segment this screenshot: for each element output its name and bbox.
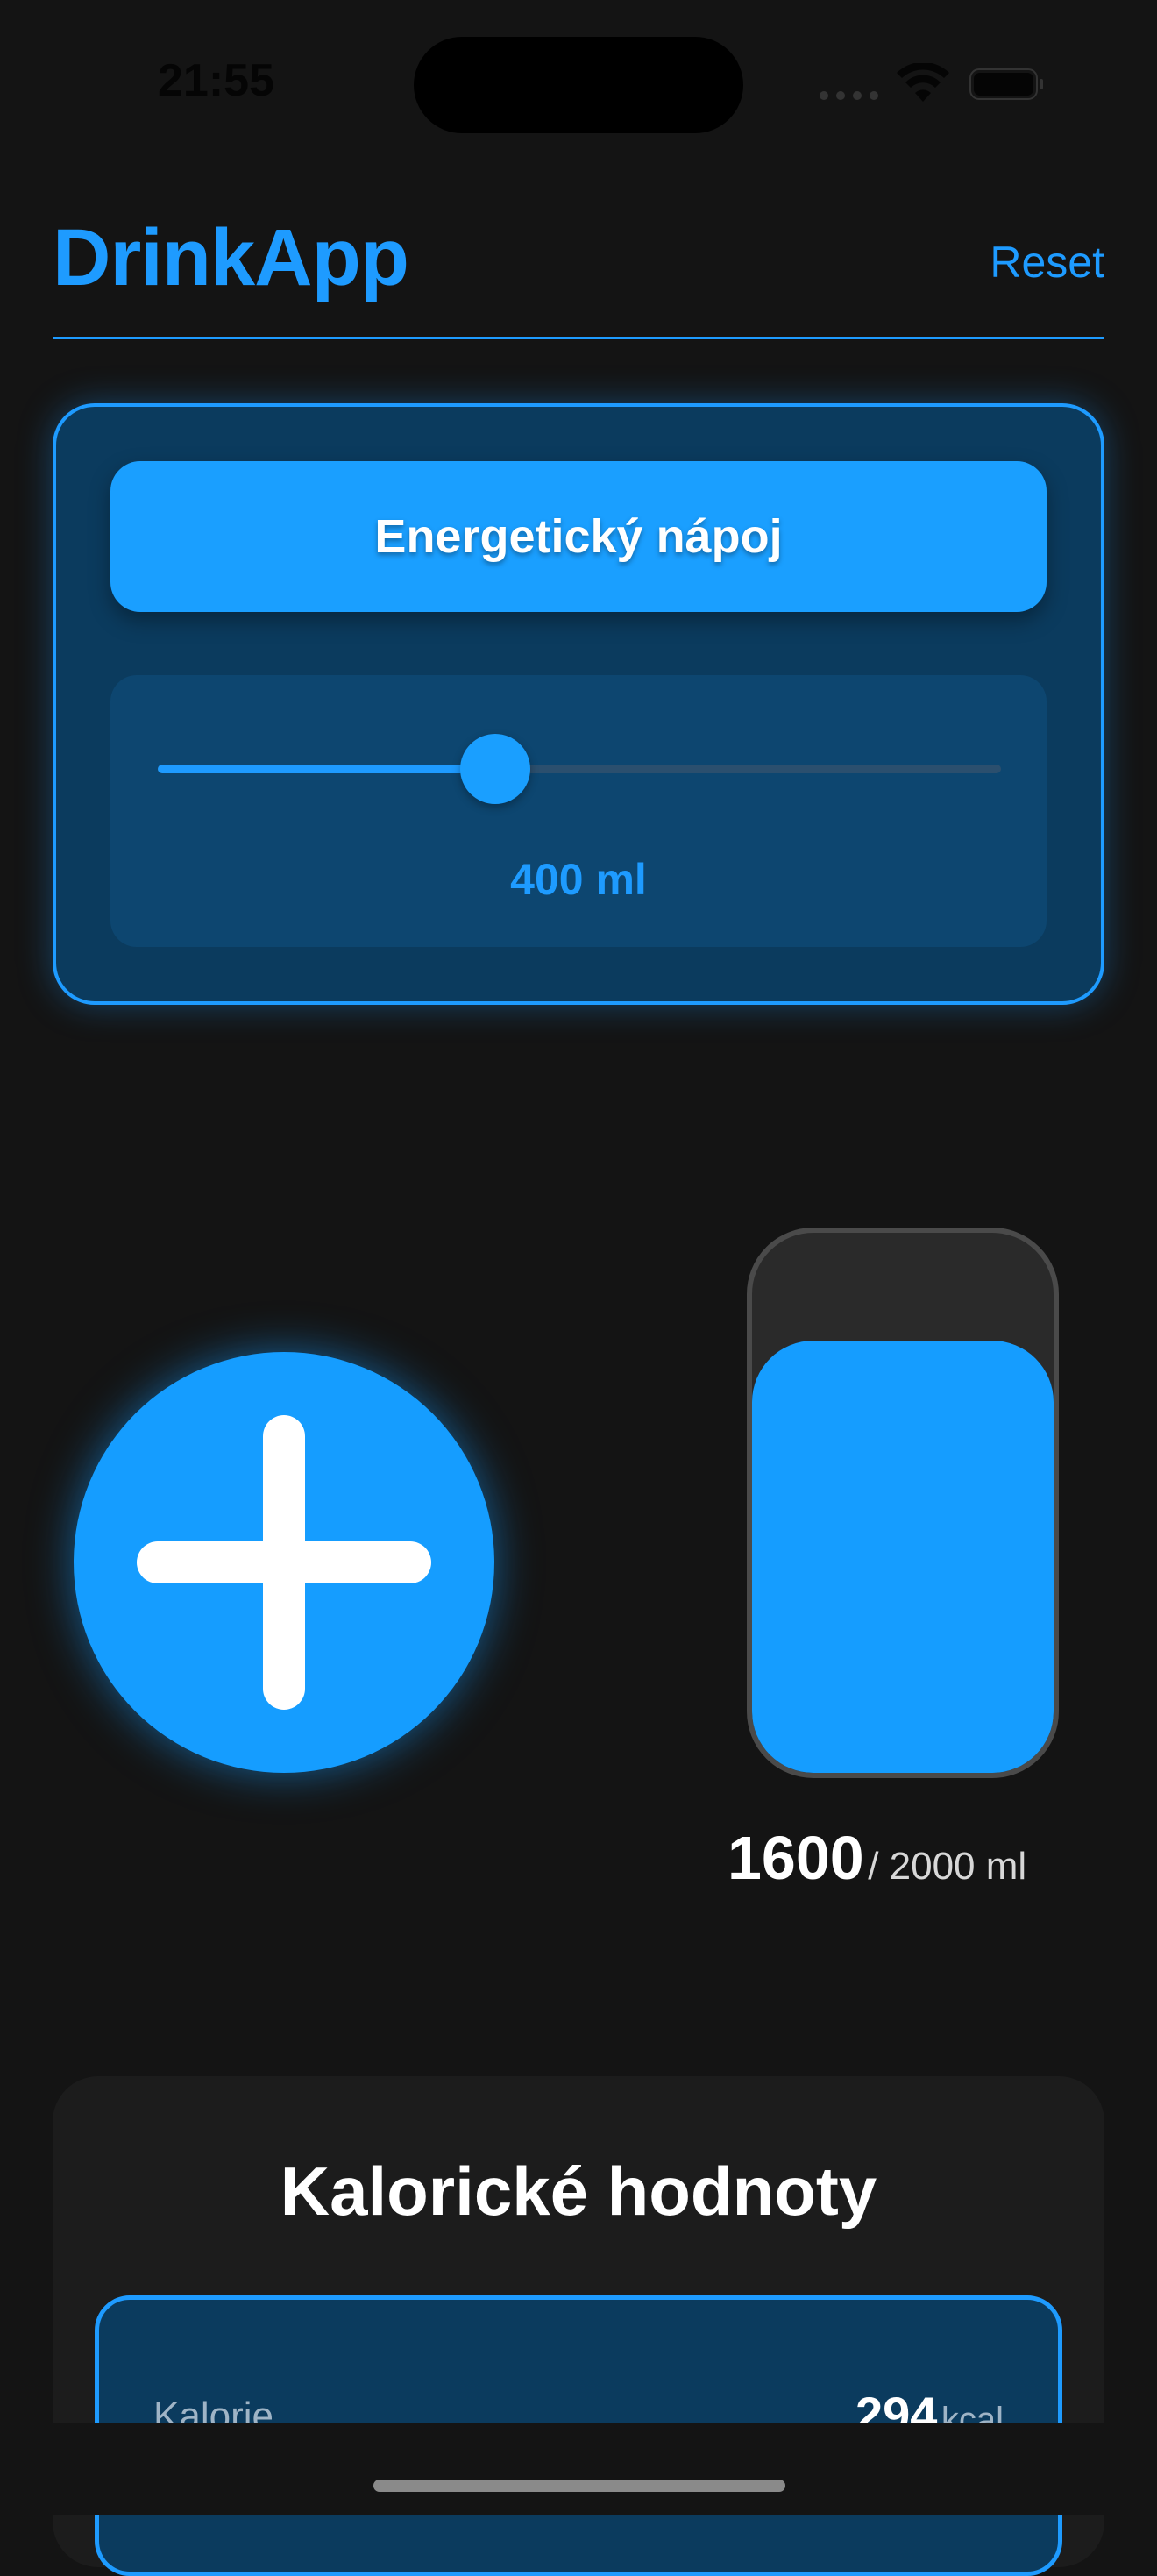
drink-type-button[interactable]: Energetický nápoj	[110, 461, 1047, 612]
dynamic-island	[414, 37, 743, 133]
intake-goal: / 2000 ml	[868, 1845, 1027, 1888]
water-glass	[747, 1228, 1059, 1778]
glass-fill	[752, 1341, 1054, 1773]
reset-button[interactable]: Reset	[990, 240, 1104, 284]
intake-current: 1600	[728, 1824, 864, 1892]
cellular-signal-icon	[820, 91, 878, 100]
bottom-safe-area	[0, 2423, 1157, 2515]
intake-readout: 1600 / 2000 ml	[728, 1827, 1026, 1889]
volume-slider-panel: 400 ml	[110, 675, 1047, 947]
app-title: DrinkApp	[53, 213, 409, 302]
wifi-icon	[897, 63, 949, 102]
home-indicator[interactable]	[373, 2480, 785, 2492]
volume-label: 400 ml	[510, 855, 647, 904]
volume-slider-fill	[158, 765, 495, 773]
status-time: 21:55	[158, 55, 274, 106]
battery-icon	[969, 68, 1043, 100]
header-divider	[53, 337, 1104, 339]
volume-slider[interactable]	[158, 734, 1001, 804]
volume-slider-thumb[interactable]	[459, 734, 530, 804]
calories-title: Kalorické hodnoty	[280, 2153, 877, 2230]
add-drink-button[interactable]	[74, 1352, 494, 1773]
drink-card: Energetický nápoj 400 ml	[53, 403, 1104, 1005]
